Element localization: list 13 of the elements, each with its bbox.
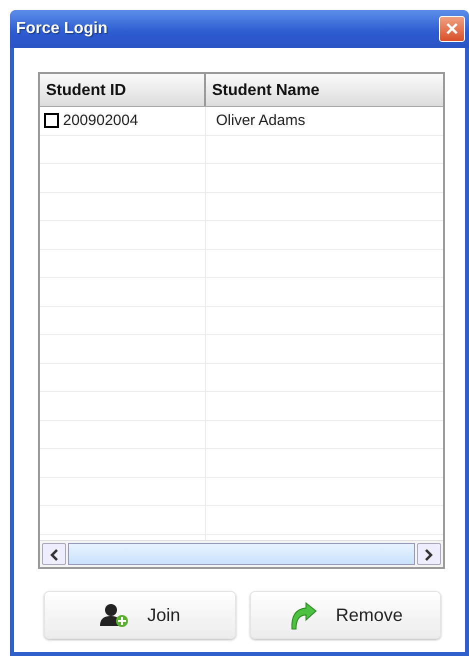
column-header[interactable]: Student ID — [40, 74, 206, 106]
left-chevron-icon — [49, 548, 59, 561]
remove-button[interactable]: Remove — [250, 591, 441, 639]
join-button[interactable]: Join — [44, 591, 236, 639]
scroll-thumb[interactable] — [68, 543, 415, 565]
student-name-text: Oliver Adams — [215, 110, 306, 130]
window-title: Force Login — [16, 19, 108, 39]
right-chevron-icon — [424, 548, 434, 561]
horizontal-scrollbar[interactable] — [40, 540, 443, 567]
add-user-icon — [99, 602, 130, 628]
student-id-text: 200902004 — [63, 110, 138, 130]
column-header[interactable]: Student Name — [206, 74, 443, 106]
checkbox[interactable] — [44, 113, 59, 128]
